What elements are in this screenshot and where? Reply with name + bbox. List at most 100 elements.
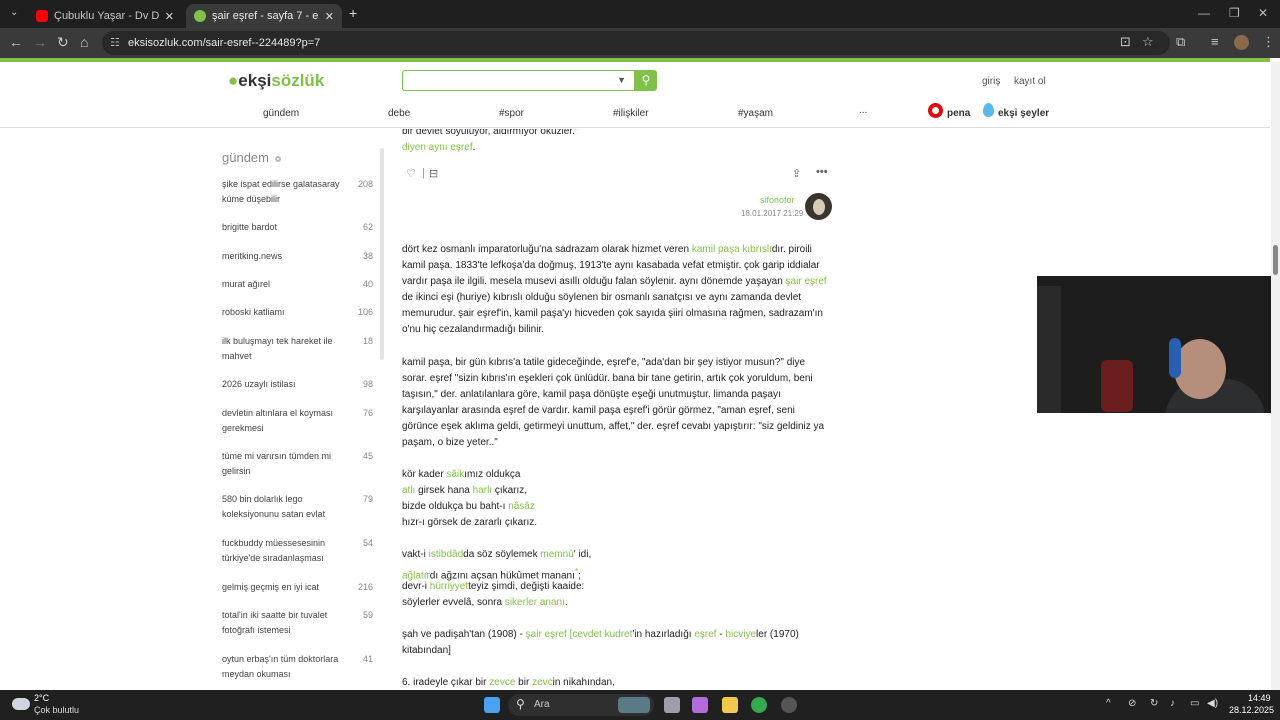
- tray-chevron-icon[interactable]: ^: [1106, 698, 1111, 709]
- entry-date[interactable]: 18.01.2017 21:29: [741, 209, 803, 218]
- list-item[interactable]: roboski katliamı 106: [222, 305, 377, 320]
- entry-link[interactable]: sâik: [446, 469, 464, 480]
- entry-link[interactable]: [cevdet kudret: [570, 629, 633, 640]
- start-windows-icon[interactable]: [484, 697, 500, 713]
- nav-debe[interactable]: debe: [388, 108, 410, 119]
- chrome-icon[interactable]: [751, 697, 767, 713]
- pena-link[interactable]: pena: [947, 108, 970, 119]
- minimize-icon[interactable]: —: [1198, 6, 1210, 20]
- list-item[interactable]: 2026 uzaylı istilası 98: [222, 377, 377, 392]
- nav-yasam[interactable]: #yaşam: [738, 108, 773, 119]
- window-close-icon[interactable]: ✕: [1258, 6, 1268, 20]
- tab-youtube[interactable]: Çubuklu Yaşar - Dv Dv (Of ✕: [28, 4, 182, 28]
- entry-link[interactable]: harlı: [473, 485, 492, 496]
- list-item[interactable]: devletin altınlara el koyması gerekmesi 7…: [222, 406, 377, 436]
- extensions-icon[interactable]: ⧉: [1176, 34, 1185, 50]
- dropdown-caret-icon[interactable]: ▼: [617, 75, 626, 85]
- site-logo[interactable]: ●ekşisözlük: [228, 71, 324, 91]
- tray-sync-icon[interactable]: ↻: [1150, 698, 1158, 709]
- bookmark-star-icon[interactable]: ☆: [1142, 34, 1154, 50]
- page-scrollbar[interactable]: [1271, 62, 1280, 690]
- list-item[interactable]: fuckbuddy müessesesinin türkiye'de sırad…: [222, 536, 377, 566]
- eksi-seyler-drop-icon[interactable]: [983, 103, 994, 117]
- favorite-heart-icon[interactable]: ♡: [406, 167, 416, 180]
- url-input[interactable]: ☷ eksisozluk.com/sair-esref--224489?p=7: [102, 31, 1170, 55]
- nav-more[interactable]: ...: [859, 105, 867, 116]
- entry-link[interactable]: atlı: [402, 485, 415, 496]
- list-item[interactable]: oytun erbaş'ın tüm doktorlara meydan oku…: [222, 652, 377, 682]
- site-info-icon[interactable]: ☷: [110, 36, 120, 49]
- more-options-icon[interactable]: •••: [816, 166, 828, 178]
- list-item[interactable]: 580 bin dolarlık lego koleksiyonunu sata…: [222, 492, 377, 522]
- search-button[interactable]: ⚲: [635, 70, 657, 91]
- avatar[interactable]: [805, 193, 832, 220]
- entry-link[interactable]: şair eşref: [526, 629, 567, 640]
- forward-icon[interactable]: →: [33, 34, 47, 50]
- entry-link[interactable]: şair eşref: [786, 276, 827, 287]
- entry-link[interactable]: hürriyyet: [430, 581, 468, 592]
- list-item[interactable]: gelmiş geçmiş en iyi icat 216: [222, 580, 377, 595]
- list-item[interactable]: ilk buluşmayı tek hareket ile mahvet 18: [222, 334, 377, 364]
- list-item[interactable]: tüme mi varırsın tümden mi gelirsin 45: [222, 449, 377, 479]
- text: girsek hana: [415, 485, 473, 496]
- tray-volume-icon[interactable]: ◀): [1207, 698, 1218, 709]
- home-icon[interactable]: ⌂: [80, 34, 88, 50]
- task-view-icon[interactable]: [664, 697, 680, 713]
- nav-spor[interactable]: #spor: [499, 108, 524, 119]
- install-icon[interactable]: ⊡: [1120, 34, 1131, 50]
- list-item[interactable]: brigitte bardot 62: [222, 220, 377, 235]
- entry-link[interactable]: zevce: [489, 677, 515, 688]
- weather-temp[interactable]: 2°C: [34, 693, 49, 703]
- sidebar-scrollbar[interactable]: [380, 148, 384, 360]
- prev-entry-line: diyen aynı eşref.: [402, 140, 832, 156]
- entry-link[interactable]: memnû: [540, 549, 573, 560]
- logo-suffix: sözlük: [271, 71, 325, 90]
- list-item[interactable]: total'in iki saatte bir tuvalet fotoğraf…: [222, 608, 377, 638]
- taskbar-search[interactable]: ⚲ Ara: [508, 694, 654, 716]
- login-link[interactable]: giriş: [982, 76, 1000, 87]
- pena-icon[interactable]: [928, 103, 943, 118]
- entry-link[interactable]: nâsâz: [508, 501, 535, 512]
- entry-link[interactable]: eşref: [694, 629, 716, 640]
- entry-link[interactable]: sikerler ananı: [505, 597, 565, 608]
- entry-link[interactable]: kamil paşa kıbrıslı: [692, 244, 772, 255]
- reload-icon[interactable]: ↻: [57, 34, 69, 51]
- tab-eksi[interactable]: şair eşref - sayfa 7 - ekşi sözlük ✕: [186, 4, 342, 28]
- weather-condition[interactable]: Çok bulutlu: [34, 705, 79, 715]
- clock-time[interactable]: 14:49: [1248, 693, 1271, 703]
- nav-iliskiler[interactable]: #ilişkiler: [613, 108, 649, 119]
- list-item[interactable]: şike ispat edilirse galatasaray küme düş…: [222, 177, 377, 207]
- media-icon[interactable]: ≡: [1211, 34, 1219, 49]
- menu-icon[interactable]: ⋮: [1262, 34, 1275, 50]
- tray-mic-icon[interactable]: ♪: [1170, 698, 1175, 709]
- entry-link[interactable]: istibdâd: [429, 549, 463, 560]
- nav-gundem[interactable]: gündem: [263, 108, 299, 119]
- new-tab-button[interactable]: +: [349, 5, 357, 21]
- tray-monitor-icon[interactable]: ▭: [1190, 698, 1199, 709]
- prev-entry-link[interactable]: diyen aynı eşref: [402, 142, 473, 153]
- close-icon[interactable]: ✕: [325, 10, 334, 23]
- share-icon[interactable]: ⇪: [792, 167, 801, 180]
- register-link[interactable]: kayıt ol: [1014, 76, 1046, 87]
- settings-dot-icon[interactable]: [274, 155, 281, 162]
- scrollbar-thumb[interactable]: [1273, 245, 1278, 275]
- back-icon[interactable]: ←: [9, 34, 23, 50]
- file-explorer-icon[interactable]: [722, 697, 738, 713]
- app-icon[interactable]: [781, 697, 797, 713]
- list-item[interactable]: meritking.news 38: [222, 249, 377, 264]
- close-icon[interactable]: ✕: [165, 10, 174, 23]
- tab-list-icon[interactable]: ⌄: [10, 7, 18, 18]
- search-input[interactable]: ▼: [402, 70, 635, 91]
- collapse-icon[interactable]: ⊟: [429, 167, 438, 180]
- entry-link[interactable]: hicviye: [725, 629, 756, 640]
- eksi-seyler-link[interactable]: ekşi şeyler: [998, 108, 1049, 119]
- weather-cloud-icon[interactable]: [12, 698, 30, 710]
- maximize-icon[interactable]: ❐: [1229, 6, 1240, 20]
- list-item[interactable]: murat ağırel 40: [222, 277, 377, 292]
- tray-network-off-icon[interactable]: ⊘: [1128, 698, 1136, 709]
- clock-date[interactable]: 28.12.2025: [1229, 705, 1274, 715]
- copilot-icon[interactable]: [692, 697, 708, 713]
- profile-avatar[interactable]: [1234, 35, 1249, 50]
- entry-author[interactable]: sifonofor: [760, 195, 795, 205]
- entry-link[interactable]: zevc: [532, 677, 553, 688]
